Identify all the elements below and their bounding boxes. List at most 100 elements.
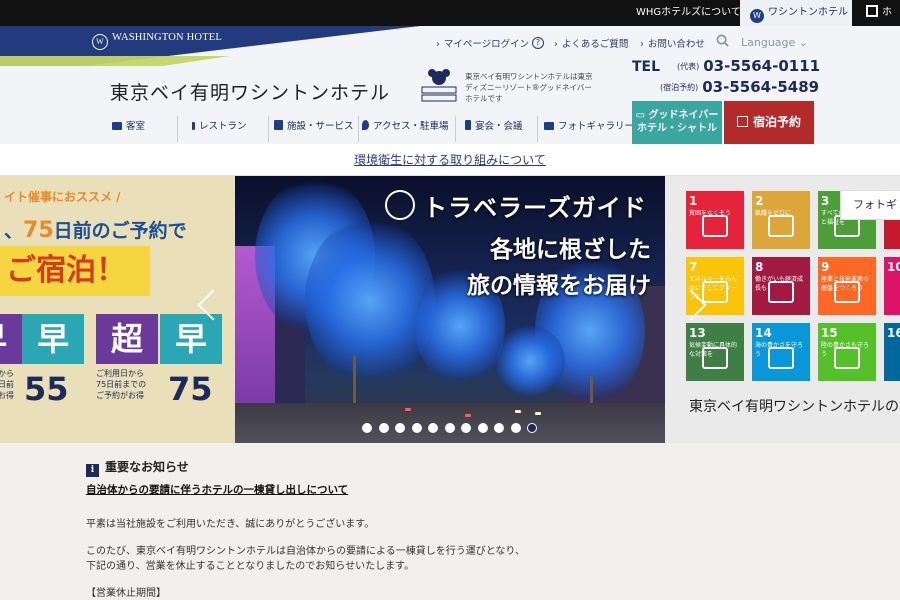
faq-link[interactable]: › よくあるご質問	[554, 36, 628, 50]
car-taillight	[465, 414, 471, 417]
nav-divider	[455, 116, 456, 142]
sdg-glyph-icon	[702, 215, 728, 237]
sdg-tile: 2 飢餓をゼロに	[752, 191, 810, 249]
slide-early-booking[interactable]: イト催事におススメ / 、75日前のご予約で ご宿泊！ 早 早 から 日前 お得…	[0, 176, 235, 443]
sdg-number: 16	[887, 326, 900, 340]
nav-access-label: アクセス・駐車場	[373, 121, 449, 132]
sdg-glyph-icon	[768, 215, 794, 237]
notice-paragraph: このたび、東京ベイ有明ワシントンホテルは自治体からの要請による一棟貸しを行う運び…	[86, 546, 525, 557]
important-notice-section: i 重要なお知らせ 自治体からの要請に伴うホテルの一棟貸し出しについて 平素は当社…	[0, 443, 900, 600]
sdg-number: 10	[887, 260, 900, 274]
cutlery-icon	[192, 122, 195, 130]
photo-icon	[544, 122, 554, 130]
bed-icon	[112, 122, 122, 130]
early-55-kanji: 早	[22, 314, 84, 364]
nav-access[interactable]: アクセス・駐車場	[362, 116, 449, 138]
nav-rooms[interactable]: 客室	[112, 116, 145, 138]
sdg-tile: 16	[884, 323, 900, 381]
glass-icon	[465, 120, 471, 130]
nav-facilities[interactable]: 施設・サービス	[274, 116, 354, 138]
car-headlight	[535, 412, 541, 415]
notice-article-link[interactable]: 自治体からの要請に伴うホテルの一棟貸し出しについて	[86, 482, 348, 497]
chevron-right-icon: ›	[436, 39, 440, 50]
brand-logo-icon: W	[92, 34, 108, 50]
search-icon[interactable]	[716, 34, 729, 47]
early-75-badge: 超 早 ご利用日から 75日前までの ご予約がお得 75	[96, 314, 222, 418]
nav-banquet[interactable]: 宴会・会議	[465, 116, 523, 138]
contact-link[interactable]: › お問い合わせ	[640, 36, 705, 50]
sdg-number: 2	[755, 194, 764, 208]
shuttle-button[interactable]: ▭ グッドネイバー ホテル・シャトル	[632, 101, 722, 144]
carousel-dot[interactable]	[444, 423, 455, 433]
carousel-dot[interactable]	[527, 423, 537, 433]
notice-heading-label: 重要なお知らせ	[105, 460, 189, 474]
sdg-tile: 13 気候変動に具体的な対策を	[686, 323, 744, 381]
early-75-number: 75	[168, 370, 213, 408]
carousel-dot[interactable]	[395, 423, 405, 433]
hero-carousel: イト催事におススメ / 、75日前のご予約で ご宿泊！ 早 早 から 日前 お得…	[0, 176, 900, 443]
tel-reserve-number: 03-5564-5489	[702, 78, 820, 96]
sdg-number: 9	[821, 260, 830, 274]
carousel-dot[interactable]	[428, 423, 438, 433]
chevron-down-icon: ⌄	[798, 36, 809, 49]
chevron-right-icon: ›	[554, 39, 558, 50]
illuminated-tree	[495, 326, 565, 396]
sdg-glyph-icon	[834, 281, 860, 303]
carousel-dot[interactable]	[362, 423, 372, 433]
slide-main-line2: 旅の情報をお届け	[467, 273, 651, 299]
language-selector[interactable]: Language ⌄	[741, 36, 808, 49]
carousel-dot[interactable]	[510, 423, 521, 433]
sdg-glyph-icon	[768, 347, 794, 369]
good-neighbor-logo	[421, 69, 457, 102]
tel-reserve[interactable]: (宿泊予約) 03-5564-5489	[660, 78, 819, 96]
nav-divider	[537, 116, 538, 142]
tel-main-number: 03-5564-0111	[703, 57, 821, 75]
sdg-number: 7	[689, 260, 698, 274]
nav-facilities-label: 施設・サービス	[287, 121, 354, 132]
environment-notice-link[interactable]: 環境衛生に対する取り組みについて	[354, 153, 546, 167]
slide-left-headline-pre: 、	[4, 220, 24, 242]
slide-left-tagline: イト催事におススメ /	[4, 190, 121, 204]
contact-label: お問い合わせ	[647, 39, 705, 50]
hotel-name: 東京ベイ有明ワシントンホテル	[110, 82, 391, 104]
help-icon[interactable]: ?	[532, 37, 544, 49]
nav-restaurant[interactable]: レストラン	[192, 116, 247, 138]
hotel-tab[interactable]: ホテ	[860, 0, 900, 44]
good-neighbor-text: 東京ベイ有明ワシントンホテルは東京ディズニーリゾート®グッドネイバーホテルです	[465, 72, 593, 103]
sdg-tile: 9 産業と技術革新の基盤をつくろう	[818, 257, 876, 315]
carousel-dot[interactable]	[477, 423, 488, 433]
nav-divider	[268, 116, 269, 142]
tel-main-label: (代表)	[677, 62, 700, 71]
carousel-dot[interactable]	[494, 423, 504, 433]
early-55-caption: から 日前 お得	[0, 369, 14, 400]
bus-icon: ▭	[635, 110, 649, 121]
early-75-kanji-a: 超	[96, 314, 158, 364]
car-taillight	[405, 408, 411, 411]
sdg-tile: 8 働きがいも経済成長も	[752, 257, 810, 315]
brand-name: WASHINGTON HOTEL	[112, 32, 223, 43]
chevron-right-icon: ›	[640, 39, 644, 50]
illuminated-tree	[305, 216, 435, 386]
brand-logo[interactable]: W WASHINGTON HOTEL	[92, 32, 222, 50]
building-icon	[274, 120, 283, 130]
washington-logo-icon: W	[750, 9, 764, 23]
whg-hotels-link[interactable]: WHGホテルズについて	[636, 0, 741, 26]
tel-main[interactable]: (代表) 03-5564-0111	[677, 57, 820, 75]
tel-label: TEL	[632, 59, 661, 75]
nav-gallery[interactable]: フォトギャラリー	[544, 116, 634, 138]
slide-travelers-guide[interactable]: トラベラーズガイド 各地に根ざした 旅の情報をお届け	[235, 176, 665, 443]
photo-gallery-tab[interactable]: フォトギ	[840, 190, 900, 220]
reserve-button[interactable]: 宿泊予約	[724, 101, 814, 144]
sdg-glyph-icon	[702, 281, 728, 303]
slide-left-headline-post: 日前のご予約で	[53, 220, 187, 242]
carousel-dot[interactable]	[461, 423, 471, 433]
globe-icon	[385, 190, 415, 220]
mypage-login-link[interactable]: › マイページログイン	[436, 36, 529, 50]
notice-paragraph: 平素は当社施設をご利用いただき、誠にありがとうございます。	[86, 519, 375, 530]
nav-banquet-label: 宴会・会議	[475, 121, 523, 132]
nav-restaurant-label: レストラン	[199, 121, 247, 132]
carousel-dot[interactable]	[411, 423, 422, 433]
carousel-dot[interactable]	[378, 423, 389, 433]
notice-paragraph: 【営業休止期間】	[86, 588, 166, 599]
washington-hotel-tab[interactable]: W ワシントンホテル	[740, 0, 852, 26]
